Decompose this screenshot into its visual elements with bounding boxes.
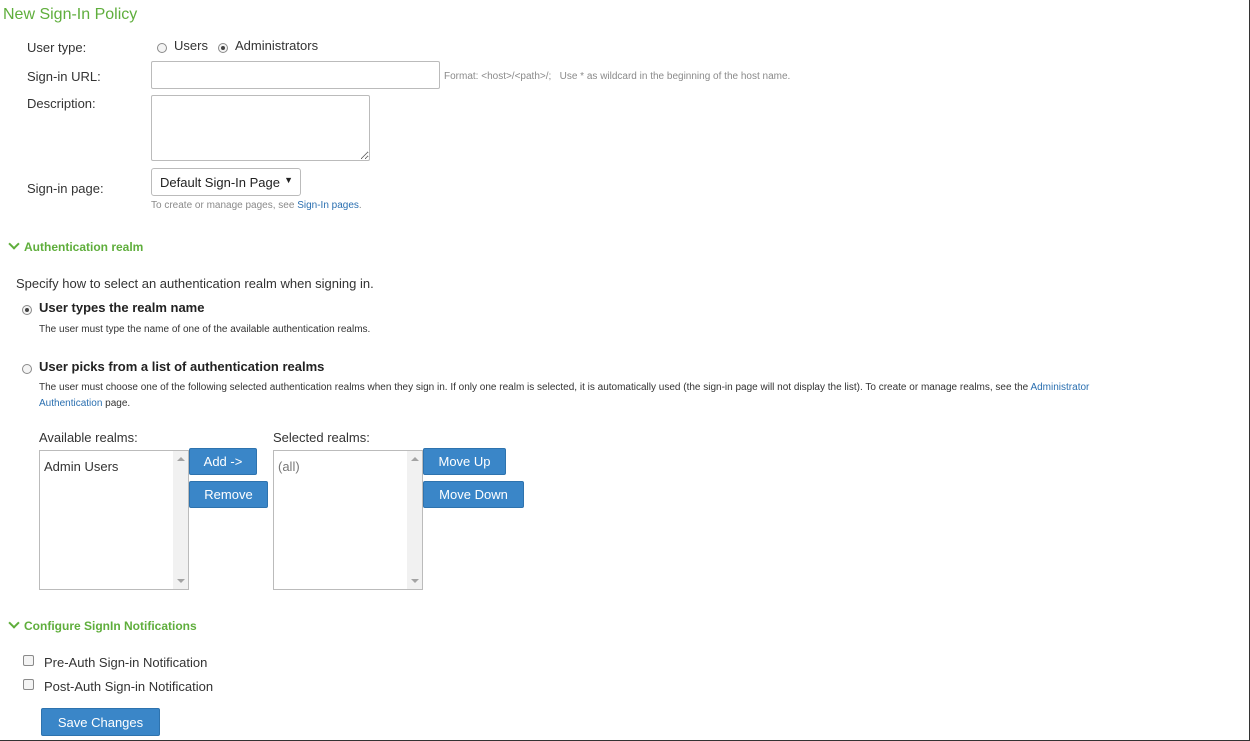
dropdown-caret-icon: ▼: [284, 175, 293, 185]
signin-page-hint-suffix: .: [358, 200, 362, 211]
user-type-users-radio[interactable]: [157, 43, 167, 53]
signin-page-select[interactable]: Default Sign-In Page ▼: [151, 168, 301, 196]
scroll-down-arrow-icon[interactable]: [411, 579, 419, 583]
realm-option-picks-label[interactable]: User picks from a list of authentication…: [39, 359, 324, 374]
user-type-label: User type:: [27, 40, 87, 55]
realm-option-picks-desc-suffix: page.: [102, 398, 131, 409]
selected-realms-label: Selected realms:: [273, 430, 370, 445]
scroll-up-arrow-icon[interactable]: [411, 457, 419, 461]
save-changes-button[interactable]: Save Changes: [41, 708, 160, 736]
signin-page-hint: To create or manage pages, see Sign-In p…: [151, 200, 362, 211]
realm-option-picks-desc: The user must choose one of the followin…: [39, 380, 1209, 412]
move-down-button[interactable]: Move Down: [423, 481, 524, 508]
available-realms-scrollbar[interactable]: [173, 451, 188, 589]
signin-url-format-hint: Format: <host>/<path>/; Use * as wildcar…: [444, 71, 791, 82]
chevron-down-icon[interactable]: [8, 617, 20, 629]
auth-realm-heading[interactable]: Authentication realm: [24, 240, 143, 254]
notifications-heading[interactable]: Configure SignIn Notifications: [24, 619, 197, 633]
realm-option-types-label[interactable]: User types the realm name: [39, 300, 204, 315]
available-realms-label: Available realms:: [39, 430, 138, 445]
signin-page-label: Sign-in page:: [27, 181, 104, 196]
signin-page-hint-prefix: To create or manage pages, see: [151, 200, 298, 211]
page-title: New Sign-In Policy: [3, 6, 138, 23]
user-type-administrators-radio[interactable]: [218, 43, 228, 53]
selected-realms-scrollbar[interactable]: [407, 451, 422, 589]
realm-option-picks-radio[interactable]: [22, 364, 32, 374]
signin-url-label: Sign-in URL:: [27, 69, 101, 84]
auth-realm-intro: Specify how to select an authentication …: [16, 276, 374, 291]
administrator-authentication-link-line1: Administrator: [1030, 382, 1090, 393]
user-type-users-label[interactable]: Users: [174, 38, 208, 53]
pre-auth-label[interactable]: Pre-Auth Sign-in Notification: [44, 655, 207, 670]
signin-url-input[interactable]: [151, 61, 440, 89]
post-auth-checkbox[interactable]: [23, 679, 34, 690]
scroll-down-arrow-icon[interactable]: [177, 579, 185, 583]
selected-realm-item[interactable]: (all): [278, 459, 300, 474]
scroll-up-arrow-icon[interactable]: [177, 457, 185, 461]
available-realms-listbox[interactable]: Admin Users: [39, 450, 189, 590]
chevron-down-icon[interactable]: [8, 238, 20, 250]
realm-option-picks-desc-text: The user must choose one of the followin…: [39, 382, 1031, 393]
remove-realm-button[interactable]: Remove: [189, 481, 268, 508]
pre-auth-checkbox[interactable]: [23, 655, 34, 666]
selected-realms-listbox[interactable]: (all): [273, 450, 423, 590]
signin-page-selected-value: Default Sign-In Page: [160, 175, 280, 190]
realm-option-types-desc: The user must type the name of one of th…: [39, 324, 371, 335]
signin-pages-link[interactable]: Sign-In pages: [297, 200, 359, 211]
administrator-authentication-link-line2: Authentication: [39, 398, 103, 409]
user-type-administrators-label[interactable]: Administrators: [235, 38, 318, 53]
available-realm-item[interactable]: Admin Users: [44, 459, 118, 474]
description-label: Description:: [27, 96, 96, 111]
add-realm-button[interactable]: Add ->: [189, 448, 257, 475]
description-textarea[interactable]: [151, 95, 370, 161]
move-up-button[interactable]: Move Up: [423, 448, 506, 475]
post-auth-label[interactable]: Post-Auth Sign-in Notification: [44, 679, 213, 694]
realm-option-types-radio[interactable]: [22, 305, 32, 315]
